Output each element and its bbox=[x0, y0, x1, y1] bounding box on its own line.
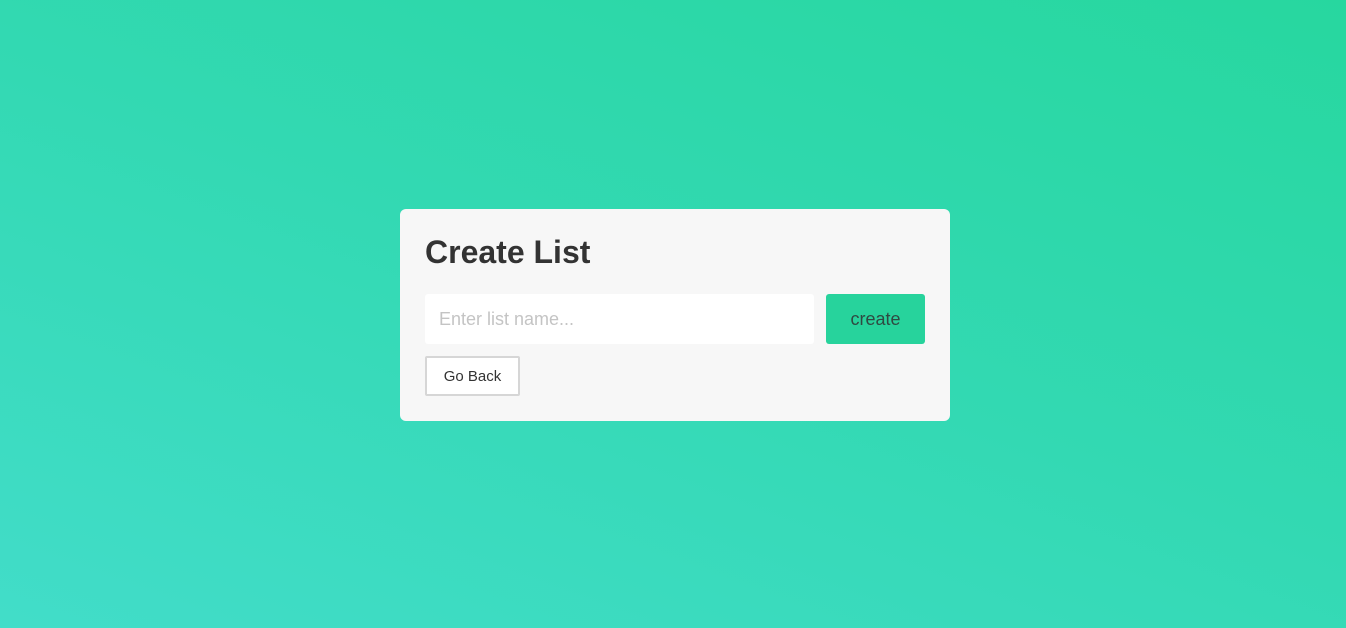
create-button[interactable]: create bbox=[826, 294, 925, 344]
list-name-input[interactable] bbox=[425, 294, 814, 344]
create-list-card: Create List create Go Back bbox=[400, 209, 950, 421]
go-back-button[interactable]: Go Back bbox=[425, 356, 520, 396]
create-list-form: create bbox=[425, 294, 925, 344]
page-title: Create List bbox=[425, 234, 591, 270]
